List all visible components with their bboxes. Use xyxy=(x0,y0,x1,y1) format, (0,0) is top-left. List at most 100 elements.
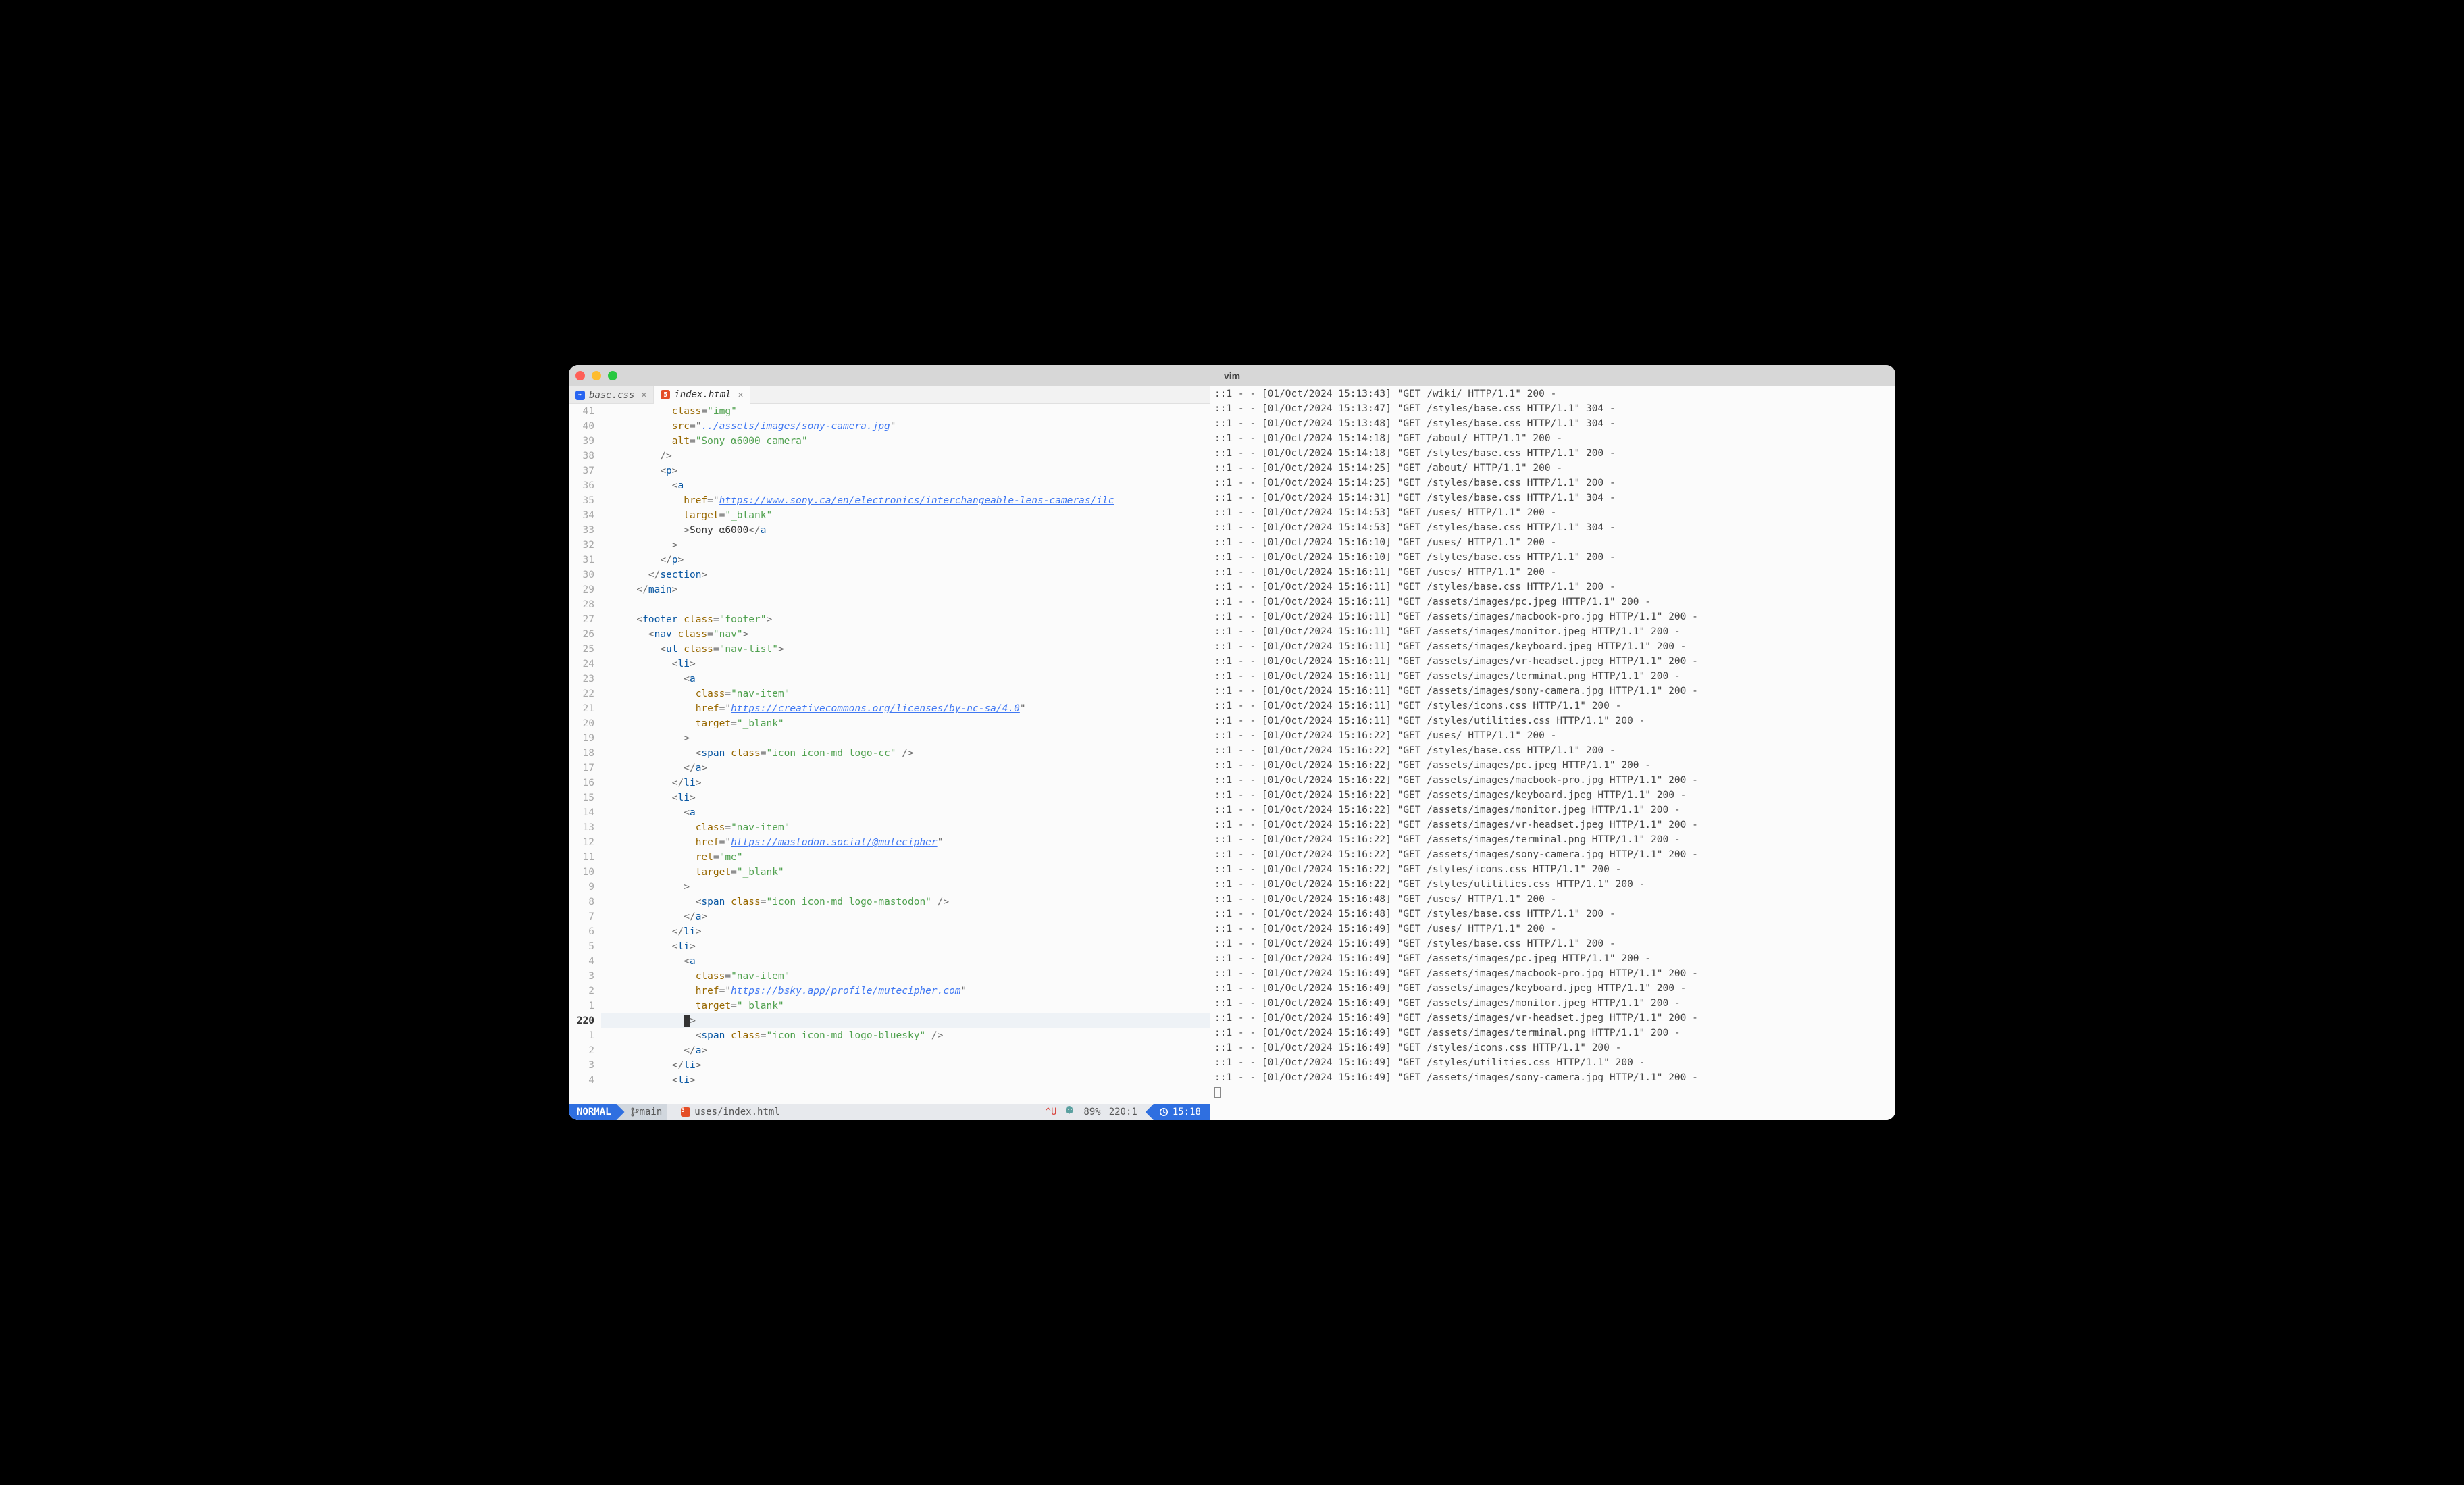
log-line: ::1 - - [01/Oct/2024 15:16:22] "GET /sty… xyxy=(1214,862,1891,877)
copilot-icon xyxy=(1064,1105,1075,1119)
log-line: ::1 - - [01/Oct/2024 15:16:11] "GET /ass… xyxy=(1214,654,1891,669)
tab-label: index.html xyxy=(674,389,731,400)
code-line[interactable] xyxy=(601,597,1210,612)
code-line[interactable]: <li> xyxy=(601,939,1210,954)
code-line[interactable]: </a> xyxy=(601,761,1210,776)
code-line[interactable]: </p> xyxy=(601,553,1210,568)
code-line[interactable]: class="nav-item" xyxy=(601,820,1210,835)
log-line: ::1 - - [01/Oct/2024 15:16:49] "GET /ass… xyxy=(1214,1011,1891,1026)
code-line[interactable]: target="_blank" xyxy=(601,865,1210,880)
code-line[interactable]: <span class="icon icon-md logo-mastodon"… xyxy=(601,895,1210,909)
git-branch-icon xyxy=(630,1107,640,1117)
code-line[interactable]: </a> xyxy=(601,1043,1210,1058)
status-warning: ^U xyxy=(1046,1107,1057,1117)
file-path: uses/index.html xyxy=(694,1107,779,1117)
log-line: ::1 - - [01/Oct/2024 15:16:10] "GET /use… xyxy=(1214,535,1891,550)
code-area[interactable]: class="img" src="../assets/images/sony-c… xyxy=(601,404,1210,1104)
code-line[interactable]: </li> xyxy=(601,924,1210,939)
code-line[interactable]: src="../assets/images/sony-camera.jpg" xyxy=(601,419,1210,434)
code-line[interactable]: <a xyxy=(601,478,1210,493)
code-line[interactable]: </li> xyxy=(601,776,1210,790)
log-line: ::1 - - [01/Oct/2024 15:16:22] "GET /ass… xyxy=(1214,758,1891,773)
code-line[interactable]: <a xyxy=(601,954,1210,969)
code-line[interactable]: </main> xyxy=(601,582,1210,597)
code-line[interactable]: target="_blank" xyxy=(601,508,1210,523)
log-line: ::1 - - [01/Oct/2024 15:16:49] "GET /ass… xyxy=(1214,1026,1891,1040)
log-line: ::1 - - [01/Oct/2024 15:16:49] "GET /sty… xyxy=(1214,936,1891,951)
log-line: ::1 - - [01/Oct/2024 15:14:31] "GET /sty… xyxy=(1214,490,1891,505)
code-line[interactable]: href="https://creativecommons.org/licens… xyxy=(601,701,1210,716)
git-branch-segment: main xyxy=(617,1104,676,1120)
code-line[interactable]: class="img" xyxy=(601,404,1210,419)
code-line[interactable]: target="_blank" xyxy=(601,716,1210,731)
log-line: ::1 - - [01/Oct/2024 15:16:22] "GET /ass… xyxy=(1214,773,1891,788)
code-line[interactable]: target="_blank" xyxy=(601,999,1210,1013)
code-line[interactable]: href="https://www.sony.ca/en/electronics… xyxy=(601,493,1210,508)
log-line: ::1 - - [01/Oct/2024 15:14:53] "GET /use… xyxy=(1214,505,1891,520)
clock-time: 15:18 xyxy=(1173,1107,1201,1117)
code-line[interactable]: > xyxy=(601,1013,1210,1028)
tab-close-icon[interactable]: ✕ xyxy=(738,390,744,400)
file-path-segment: 5 uses/index.html xyxy=(667,1104,788,1120)
log-line: ::1 - - [01/Oct/2024 15:16:49] "GET /ass… xyxy=(1214,1070,1891,1085)
titlebar[interactable]: vim xyxy=(569,365,1895,386)
code-line[interactable]: <li> xyxy=(601,790,1210,805)
code-line[interactable]: > xyxy=(601,731,1210,746)
code-line[interactable]: </section> xyxy=(601,568,1210,582)
log-line: ::1 - - [01/Oct/2024 15:16:22] "GET /sty… xyxy=(1214,743,1891,758)
code-line[interactable]: <li> xyxy=(601,657,1210,672)
log-line: ::1 - - [01/Oct/2024 15:16:22] "GET /sty… xyxy=(1214,877,1891,892)
code-line[interactable]: <a xyxy=(601,805,1210,820)
log-line: ::1 - - [01/Oct/2024 15:13:43] "GET /wik… xyxy=(1214,386,1891,401)
log-line: ::1 - - [01/Oct/2024 15:16:49] "GET /sty… xyxy=(1214,1040,1891,1055)
code-line[interactable]: <nav class="nav"> xyxy=(601,627,1210,642)
code-line[interactable]: <p> xyxy=(601,463,1210,478)
log-line: ::1 - - [01/Oct/2024 15:16:49] "GET /ass… xyxy=(1214,951,1891,966)
code-line[interactable]: <span class="icon icon-md logo-bluesky" … xyxy=(601,1028,1210,1043)
code-line[interactable]: >Sony α6000</a xyxy=(601,523,1210,538)
code-line[interactable]: <footer class="footer"> xyxy=(601,612,1210,627)
code-line[interactable]: href="https://bsky.app/profile/muteciphe… xyxy=(601,984,1210,999)
log-line: ::1 - - [01/Oct/2024 15:16:11] "GET /sty… xyxy=(1214,699,1891,713)
log-line: ::1 - - [01/Oct/2024 15:16:48] "GET /sty… xyxy=(1214,907,1891,922)
log-line: ::1 - - [01/Oct/2024 15:16:22] "GET /ass… xyxy=(1214,788,1891,803)
log-line: ::1 - - [01/Oct/2024 15:16:10] "GET /sty… xyxy=(1214,550,1891,565)
log-line: ::1 - - [01/Oct/2024 15:16:49] "GET /ass… xyxy=(1214,966,1891,981)
log-line: ::1 - - [01/Oct/2024 15:14:53] "GET /sty… xyxy=(1214,520,1891,535)
log-line: ::1 - - [01/Oct/2024 15:16:49] "GET /ass… xyxy=(1214,981,1891,996)
log-line: ::1 - - [01/Oct/2024 15:16:22] "GET /ass… xyxy=(1214,803,1891,817)
editor-body[interactable]: 4140393837363534333231302928272625242322… xyxy=(569,404,1210,1104)
code-line[interactable]: class="nav-item" xyxy=(601,686,1210,701)
editor-pane[interactable]: ⌁ base.css ✕ 5 index.html ✕ 414039383736… xyxy=(569,386,1210,1120)
log-line: ::1 - - [01/Oct/2024 15:16:11] "GET /ass… xyxy=(1214,624,1891,639)
code-line[interactable]: > xyxy=(601,538,1210,553)
log-line: ::1 - - [01/Oct/2024 15:16:11] "GET /ass… xyxy=(1214,595,1891,609)
code-line[interactable]: href="https://mastodon.social/@muteciphe… xyxy=(601,835,1210,850)
code-line[interactable]: <ul class="nav-list"> xyxy=(601,642,1210,657)
code-line[interactable]: <a xyxy=(601,672,1210,686)
log-line: ::1 - - [01/Oct/2024 15:14:18] "GET /abo… xyxy=(1214,431,1891,446)
tab-close-icon[interactable]: ✕ xyxy=(641,390,646,400)
log-line: ::1 - - [01/Oct/2024 15:16:22] "GET /ass… xyxy=(1214,832,1891,847)
log-line: ::1 - - [01/Oct/2024 15:16:22] "GET /use… xyxy=(1214,728,1891,743)
tab-index-html[interactable]: 5 index.html ✕ xyxy=(654,386,750,404)
code-line[interactable]: <span class="icon icon-md logo-cc" /> xyxy=(601,746,1210,761)
log-line: ::1 - - [01/Oct/2024 15:14:18] "GET /sty… xyxy=(1214,446,1891,461)
code-line[interactable]: class="nav-item" xyxy=(601,969,1210,984)
tab-base-css[interactable]: ⌁ base.css ✕ xyxy=(569,386,654,403)
code-line[interactable]: > xyxy=(601,880,1210,895)
status-right-segment: ^U 89% 220:1 xyxy=(1037,1104,1146,1120)
code-line[interactable]: <li> xyxy=(601,1073,1210,1088)
code-line[interactable]: </a> xyxy=(601,909,1210,924)
log-line: ::1 - - [01/Oct/2024 15:16:11] "GET /sty… xyxy=(1214,580,1891,595)
git-branch-name: main xyxy=(640,1107,663,1117)
code-line[interactable]: /> xyxy=(601,449,1210,463)
vim-mode-segment: NORMAL xyxy=(569,1104,625,1120)
log-line: ::1 - - [01/Oct/2024 15:16:11] "GET /use… xyxy=(1214,565,1891,580)
code-line[interactable]: </li> xyxy=(601,1058,1210,1073)
log-pane[interactable]: ::1 - - [01/Oct/2024 15:13:43] "GET /wik… xyxy=(1210,386,1895,1120)
log-line: ::1 - - [01/Oct/2024 15:16:11] "GET /ass… xyxy=(1214,639,1891,654)
code-line[interactable]: alt="Sony α6000 camera" xyxy=(601,434,1210,449)
code-line[interactable]: rel="me" xyxy=(601,850,1210,865)
log-line: ::1 - - [01/Oct/2024 15:16:22] "GET /ass… xyxy=(1214,817,1891,832)
